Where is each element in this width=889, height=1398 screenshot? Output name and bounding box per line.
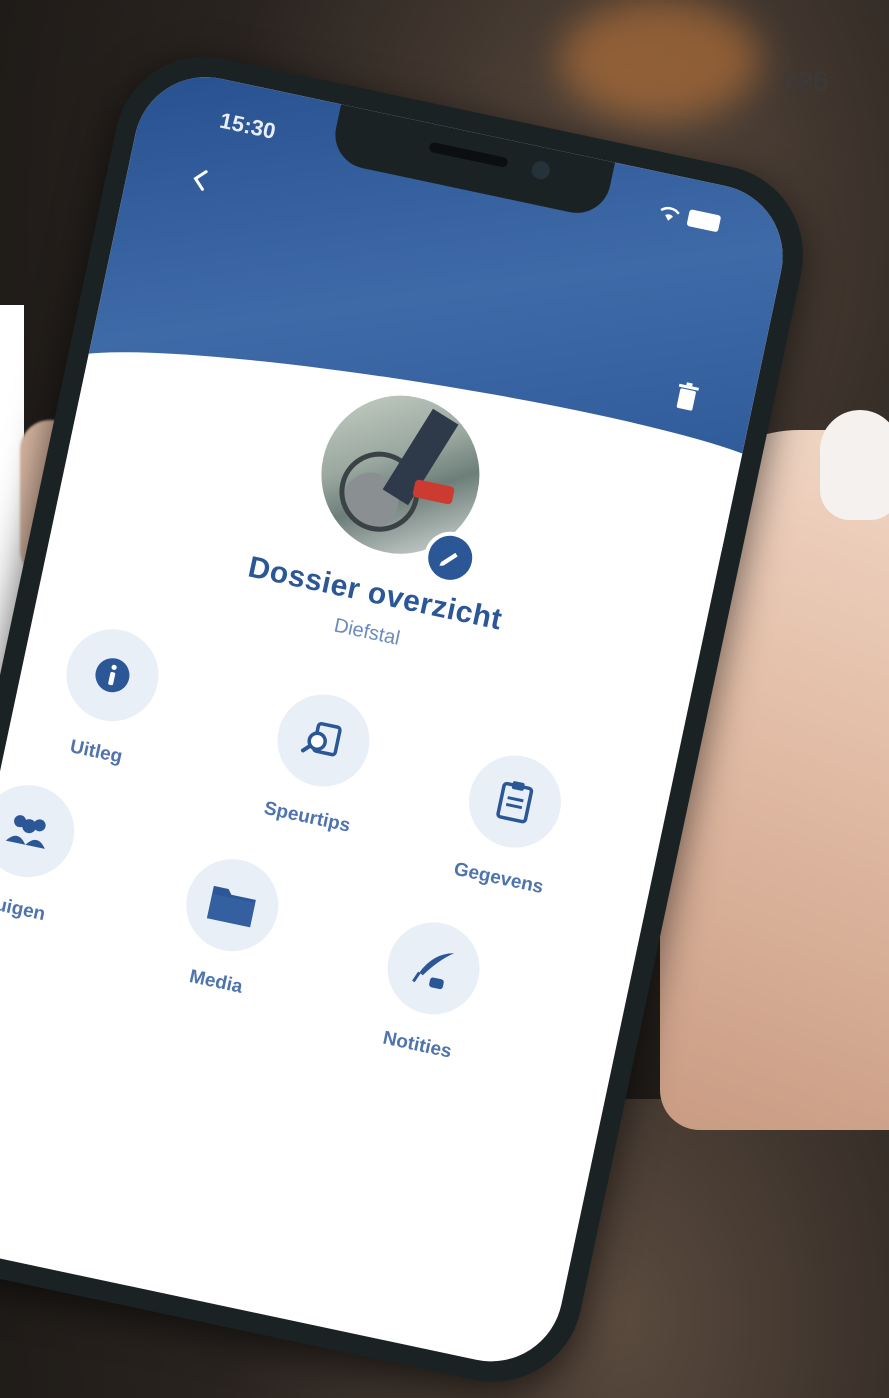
menu-circle-media[interactable] xyxy=(177,850,287,960)
menu-circle-speurtips[interactable] xyxy=(268,685,379,796)
search-document-icon xyxy=(300,721,342,757)
menu-item-getuigen[interactable]: etuigen xyxy=(0,772,106,934)
menu-label: Media xyxy=(187,966,245,998)
menu-circle-uitleg[interactable] xyxy=(57,620,168,730)
menu-item-media[interactable]: Media xyxy=(145,846,310,1008)
quill-icon xyxy=(412,953,455,990)
menu-item-speurtips[interactable]: Speurtips xyxy=(236,681,401,843)
speaker-grille xyxy=(428,141,509,169)
menu-label: Uitleg xyxy=(68,736,125,768)
smartphone: 15:30 Dossier overzicht Diefstal Uitleg … xyxy=(0,40,820,1398)
menu-item-gegevens[interactable]: Gegevens xyxy=(428,742,593,904)
clipboard-icon xyxy=(496,781,534,824)
menu-circle-notities[interactable] xyxy=(378,913,489,1023)
menu-item-notities[interactable]: Notities xyxy=(346,909,511,1071)
folder-icon xyxy=(206,885,256,928)
menu-label: Notities xyxy=(380,1027,454,1063)
menu-item-uitleg[interactable]: Uitleg xyxy=(25,616,190,778)
menu-label: etuigen xyxy=(0,890,48,926)
pencil-icon xyxy=(439,552,458,566)
menu-label: Gegevens xyxy=(452,858,546,899)
background-bokeh xyxy=(560,0,760,120)
page-number: 086 xyxy=(782,66,829,97)
thumb-nail xyxy=(820,410,889,520)
info-icon xyxy=(95,658,130,693)
menu-circle-gegevens[interactable] xyxy=(460,747,570,857)
bike-bag xyxy=(412,478,455,505)
front-camera xyxy=(530,159,552,181)
people-icon xyxy=(5,815,46,849)
menu-label: Speurtips xyxy=(262,797,353,837)
menu-circle-getuigen[interactable] xyxy=(0,776,83,886)
phone-screen: 15:30 Dossier overzicht Diefstal Uitleg … xyxy=(0,63,796,1375)
back-icon[interactable] xyxy=(185,164,216,195)
